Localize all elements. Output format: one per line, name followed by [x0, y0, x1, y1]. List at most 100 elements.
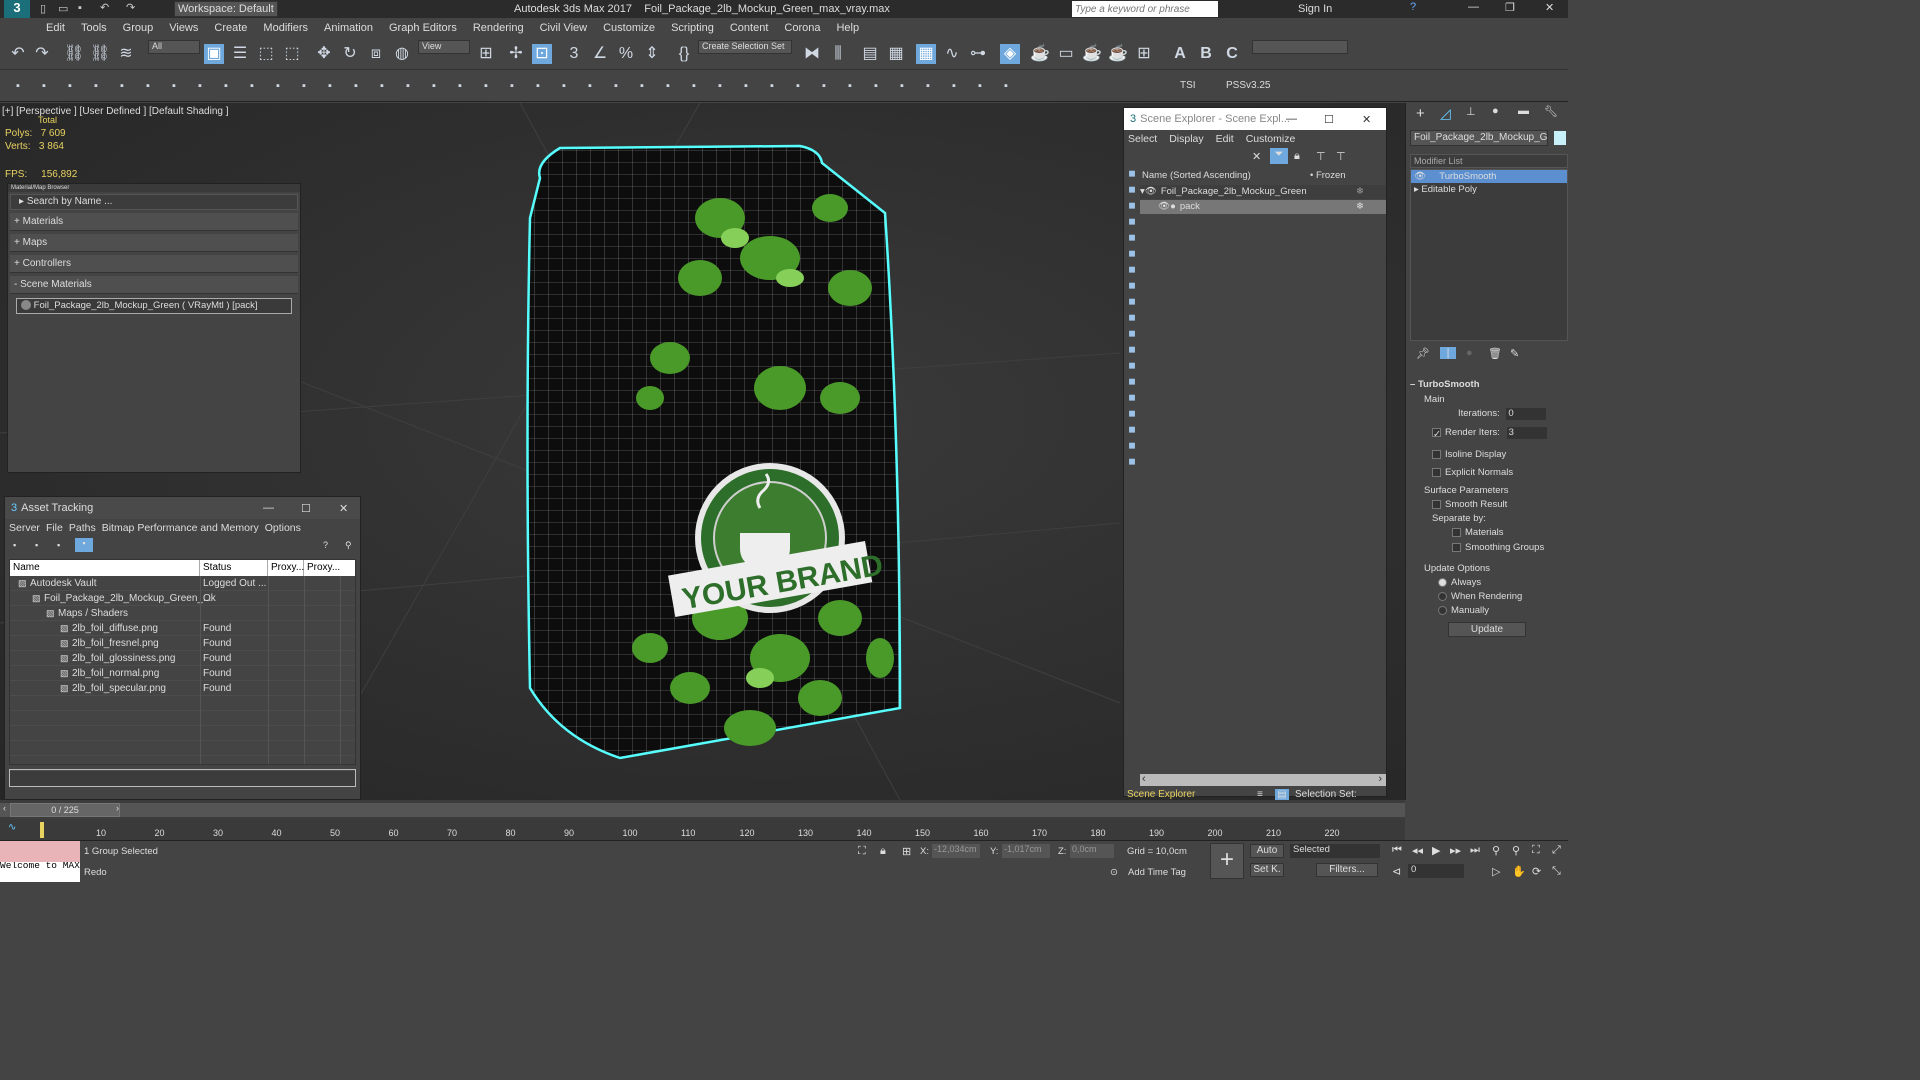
- menu-item-help[interactable]: Help: [828, 22, 867, 34]
- text-c-icon[interactable]: C: [1222, 44, 1242, 64]
- scene-explorer-titlebar[interactable]: 3 Scene Explorer - Scene Expl... — ☐ ✕: [1124, 108, 1386, 130]
- schematic-view-icon[interactable]: ⊶: [968, 44, 988, 64]
- cylinder-icon[interactable]: ▪: [216, 76, 236, 96]
- current-frame-marker[interactable]: [40, 822, 44, 838]
- asset-view-icon-1[interactable]: ▪: [13, 540, 16, 550]
- create-tab-icon[interactable]: +: [1416, 105, 1425, 122]
- prev-key-icon[interactable]: ◂◂: [1412, 844, 1423, 857]
- undo-icon[interactable]: ↶: [8, 44, 28, 64]
- scene-menu-3[interactable]: Customize: [1246, 133, 1296, 145]
- light-icon[interactable]: ▪: [320, 76, 340, 96]
- x-coordinate-field[interactable]: -12,034cm: [932, 844, 980, 858]
- next-frame-icon[interactable]: ›: [116, 803, 119, 813]
- scene-tree-row-parent[interactable]: ▾👁︎ Foil_Package_2lb_Mockup_Green ❄: [1140, 185, 1386, 199]
- render-region-icon[interactable]: ▪: [632, 76, 652, 96]
- asset-close-icon[interactable]: ✕: [339, 502, 348, 515]
- workspace-dropdown[interactable]: Workspace: Default: [174, 1, 278, 17]
- hierarchy-icon[interactable]: ⊤: [1316, 150, 1326, 163]
- y-coordinate-field[interactable]: -1,017cm: [1002, 844, 1050, 858]
- time-slider[interactable]: ‹ 0 / 225 ›: [0, 803, 1405, 817]
- scene-explorer-toggle-icon[interactable]: ▦: [916, 44, 936, 64]
- material-search-field[interactable]: ▸ Search by Name ...: [10, 194, 298, 210]
- zoom-all-icon[interactable]: ⚲: [1512, 844, 1520, 857]
- visibility-eye-icon[interactable]: 👁︎: [1158, 201, 1170, 212]
- wave-icon[interactable]: ▪: [736, 76, 756, 96]
- help-icon[interactable]: ?: [1410, 1, 1416, 13]
- isolate-selection-icon[interactable]: ⛶: [858, 845, 866, 858]
- asset-view-icon-2[interactable]: ▪: [35, 540, 38, 550]
- align-icon[interactable]: ⫼: [828, 44, 848, 64]
- zoom-icon[interactable]: ⚲: [1492, 844, 1500, 857]
- particle-icon[interactable]: ▪: [658, 76, 678, 96]
- scroll-left-icon[interactable]: ‹: [1142, 773, 1146, 785]
- rotate-icon[interactable]: ↻: [340, 44, 360, 64]
- move-icon[interactable]: ✥: [314, 44, 334, 64]
- scene-filter-icon-7[interactable]: ◼: [1124, 280, 1140, 296]
- new-file-icon[interactable]: ▯: [40, 2, 46, 15]
- spline-icon[interactable]: ▪: [372, 76, 392, 96]
- scene-col-frozen[interactable]: • Frozen: [1310, 170, 1346, 181]
- asset-menu-2[interactable]: Paths: [69, 522, 96, 534]
- asset-view-icon-4[interactable]: ▪: [75, 538, 93, 552]
- render-production-icon[interactable]: ☕: [1082, 44, 1102, 64]
- menu-item-animation[interactable]: Animation: [316, 22, 381, 34]
- material-group-1[interactable]: + Maps: [10, 234, 298, 252]
- scene-view-icon[interactable]: ▤: [1275, 789, 1289, 800]
- update-button[interactable]: Update: [1448, 622, 1526, 637]
- explicit-normals-checkbox[interactable]: [1432, 467, 1441, 477]
- camera-icon[interactable]: ▪: [606, 76, 626, 96]
- asset-menu-0[interactable]: Server: [9, 522, 40, 534]
- scroll-right-icon[interactable]: ›: [1378, 773, 1382, 785]
- key-filters-button[interactable]: Filters...: [1316, 863, 1378, 877]
- asset-maximize-icon[interactable]: ☐: [301, 502, 311, 515]
- maximize-toggle-icon[interactable]: ⤡: [1552, 865, 1561, 878]
- freeze-icon[interactable]: ❄: [1356, 200, 1364, 214]
- lines-icon[interactable]: ▪: [164, 76, 184, 96]
- utilities-tab-icon[interactable]: 🔧︎: [1544, 105, 1558, 118]
- array-icon[interactable]: ▪: [424, 76, 444, 96]
- plant-icon[interactable]: ▪: [502, 76, 522, 96]
- maxscript-output[interactable]: Welcome to MAX: [0, 862, 80, 882]
- open-file-icon[interactable]: ▭: [58, 2, 68, 15]
- add-time-tag-button[interactable]: Add Time Tag: [1128, 867, 1186, 878]
- orbit-icon[interactable]: ⟳: [1532, 865, 1541, 878]
- next-key-icon[interactable]: ▸▸: [1450, 844, 1461, 857]
- visibility-eye-icon[interactable]: 👁︎: [1145, 186, 1157, 197]
- scene-filter-icon-14[interactable]: ◼: [1124, 392, 1140, 408]
- menu-item-create[interactable]: Create: [206, 22, 255, 34]
- scene-filter-icon-17[interactable]: ◼: [1124, 440, 1140, 456]
- redo-icon[interactable]: ↷: [32, 44, 52, 64]
- viewport-label[interactable]: [+] [Perspective ] [User Defined ] [Defa…: [2, 106, 229, 117]
- split-icon[interactable]: ▪: [138, 76, 158, 96]
- scene-filter-icon-18[interactable]: ◼: [1124, 456, 1140, 472]
- freeze-icon[interactable]: ❄: [1356, 185, 1364, 199]
- asset-pin-icon[interactable]: ⚲: [345, 540, 352, 551]
- asset-help-icon[interactable]: ?: [323, 540, 328, 550]
- text-b-icon[interactable]: B: [1196, 44, 1216, 64]
- scene-filter-icon-1[interactable]: ◼: [1124, 184, 1140, 200]
- zoom-extents-icon[interactable]: ⛶: [1532, 844, 1540, 857]
- scene-filter-icon-6[interactable]: ◼: [1124, 264, 1140, 280]
- iterations-spinner[interactable]: 0: [1506, 408, 1547, 420]
- menu-item-tools[interactable]: Tools: [73, 22, 115, 34]
- pan-icon[interactable]: ✋: [1512, 865, 1526, 878]
- angle-snap-icon[interactable]: ∠: [590, 44, 610, 64]
- when-rendering-radio[interactable]: [1438, 591, 1447, 601]
- scene-menu-0[interactable]: Select: [1128, 133, 1157, 145]
- mesh-icon[interactable]: ▪: [944, 76, 964, 96]
- object-name-field[interactable]: Foil_Package_2lb_Mockup_Gre: [1410, 130, 1548, 146]
- field-of-view-icon[interactable]: ▷: [1492, 865, 1500, 878]
- material-group-3[interactable]: - Scene Materials: [10, 276, 298, 294]
- smoothing-groups-checkbox[interactable]: [1452, 542, 1461, 552]
- absolute-mode-icon[interactable]: ⊞: [902, 845, 911, 858]
- current-frame-field[interactable]: 0: [1408, 864, 1464, 878]
- list-alt-icon[interactable]: ▪: [86, 76, 106, 96]
- restore-icon[interactable]: ❐: [1505, 1, 1515, 14]
- rendered-frame-icon[interactable]: ▭: [1056, 44, 1076, 64]
- render-setup-icon[interactable]: ☕: [1030, 44, 1050, 64]
- link-icon[interactable]: ⛓: [64, 44, 84, 64]
- modifier-editable-poly[interactable]: ▸ Editable Poly: [1411, 183, 1567, 196]
- tsi-label[interactable]: TSI: [1180, 80, 1196, 91]
- select-by-name-icon[interactable]: ☰: [230, 44, 250, 64]
- menu-item-group[interactable]: Group: [115, 22, 162, 34]
